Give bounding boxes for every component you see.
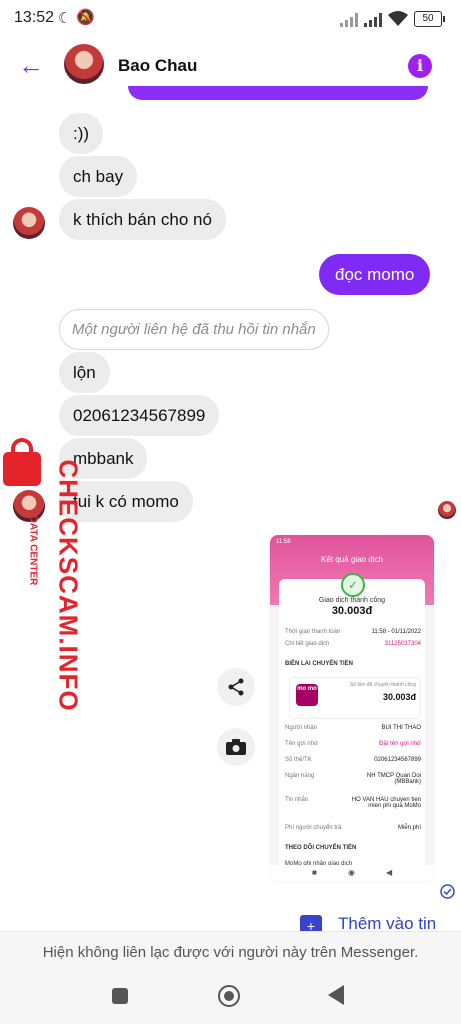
receipt-section-title: THEO DÕI CHUYỂN TIỀN [285, 845, 357, 851]
back-arrow-icon[interactable]: ← [18, 50, 44, 81]
receipt-row: Chi tiết giao dịch 31125037304 [285, 641, 421, 647]
contact-name[interactable]: Bao Chau [118, 56, 197, 76]
receipt-image[interactable]: 11:58 Kết quả giao dịch ✓ Giao dịch thàn… [270, 535, 434, 882]
watermark-lock-icon [3, 438, 41, 486]
signal-icon [340, 13, 358, 27]
info-icon[interactable]: i [408, 54, 432, 78]
home-button[interactable] [218, 985, 240, 1007]
receipt-system-nav: ■ ◉ ◀ [270, 865, 434, 882]
incoming-message[interactable]: k thích bán cho nó [59, 199, 226, 240]
receipt-row: Tên gợi nhớ Đặt tên gợi nhớ [285, 741, 421, 747]
receipt-status-time: 11:58 [276, 539, 291, 545]
sent-label: Số tiền đã chuyển thành công [349, 682, 416, 688]
share-icon [228, 678, 244, 696]
receipt-row: Tin nhắn HO VAN HAU chuyen tien mien phi … [285, 797, 421, 809]
incoming-message[interactable]: 02061234567899 [59, 395, 220, 436]
battery-icon: 50 [414, 11, 445, 27]
receipt-amount: 30.003đ [331, 605, 373, 617]
incoming-message[interactable]: lộn [59, 352, 110, 393]
watermark-subtext: DATA CENTER [27, 515, 39, 586]
recalled-message-notice: Một người liên hệ đã thu hồi tin nhắn [59, 309, 329, 350]
watermark-text: CHECKSCAM.INFO [53, 459, 84, 712]
momo-logo: mo mo [296, 684, 318, 706]
bell-muted-icon: 🔕 [76, 9, 95, 26]
seen-avatar [438, 501, 456, 519]
camera-icon [226, 739, 246, 755]
status-time: 13:52 [14, 9, 55, 26]
status-bar: 13:52 ☾ 🔕 50 [0, 0, 461, 40]
recent-apps-button[interactable] [112, 988, 128, 1004]
receipt-row: Người nhận BUI THI THAO [285, 725, 421, 731]
moon-icon: ☾ [58, 10, 72, 27]
share-button[interactable] [217, 668, 255, 706]
receipt-row: Ngân hàng NH TMCP Quan Doi (MBBank) [285, 773, 421, 785]
previous-outgoing-bubble [128, 86, 428, 100]
sent-value: 30.003đ [382, 692, 416, 702]
receipt-section-title: BIÊN LAI CHUYỂN TIỀN [285, 661, 354, 667]
wifi-icon [388, 11, 408, 26]
receipt-title: Kết quả giao dịch [321, 555, 383, 564]
incoming-message[interactable]: ch bay [59, 156, 138, 197]
receipt-row: Thời gian thanh toán 11:58 - 01/11/2022 [285, 629, 421, 635]
camera-button[interactable] [217, 728, 255, 766]
receipt-result: Giao dịch thành công [318, 597, 386, 604]
delivered-check-icon [440, 884, 455, 899]
unavailable-notice: Hiện không liên lạc được với người này t… [0, 931, 461, 976]
outgoing-message[interactable]: đọc momo [319, 254, 431, 295]
contact-avatar[interactable] [64, 44, 104, 84]
incoming-message[interactable]: :)) [59, 113, 104, 154]
receipt-card: ✓ Giao dịch thành công 30.003đ Thời gian… [279, 573, 425, 879]
receipt-row: Số thẻ/TK 02061234567899 [285, 757, 421, 763]
momo-amount-box: mo mo Số tiền đã chuyển thành công 30.00… [289, 677, 421, 719]
sender-avatar[interactable] [13, 207, 45, 239]
success-check-icon: ✓ [341, 573, 365, 597]
receipt-row: Phí người chuyển trả Miễn phí [285, 825, 421, 831]
system-back-button[interactable] [328, 985, 344, 1005]
signal-icon [364, 13, 382, 27]
